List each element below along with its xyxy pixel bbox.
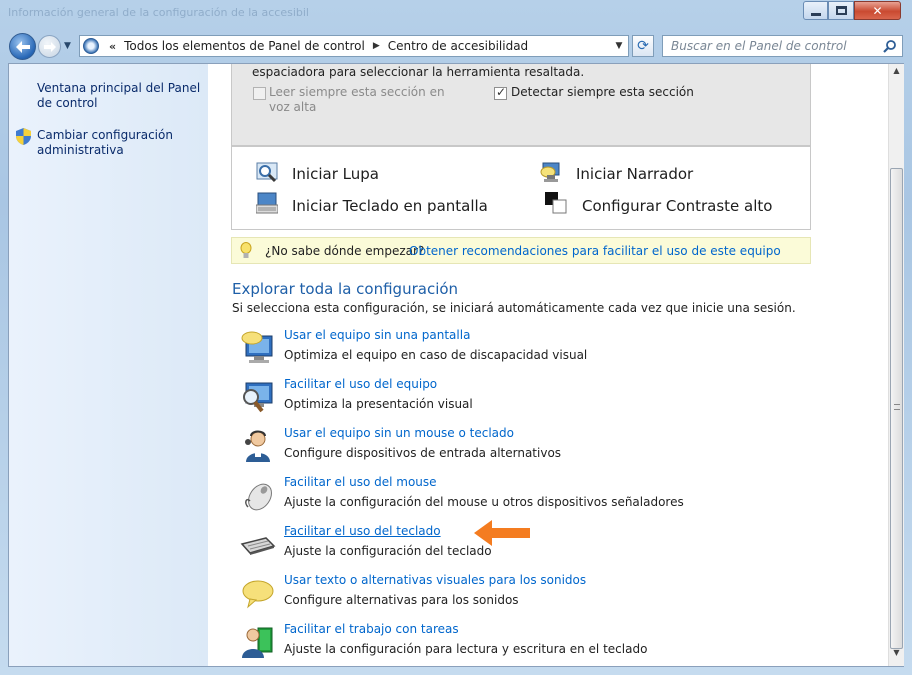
- user-book-icon: [242, 627, 273, 658]
- back-arrow-icon: [15, 40, 30, 53]
- user-headset-icon: [245, 430, 270, 462]
- monitor-magnifier-icon: [243, 382, 273, 413]
- overflow-chevron-icon[interactable]: «: [109, 40, 116, 53]
- option-description: Ajuste la configuración del mouse u otro…: [284, 495, 684, 509]
- start-osk-link[interactable]: Iniciar Teclado en pantalla: [292, 197, 488, 215]
- uac-shield-icon: [16, 128, 31, 145]
- list-item: Usar el equipo sin una pantalla Optimiza…: [238, 328, 838, 376]
- high-contrast-icon: [545, 192, 567, 214]
- close-button[interactable]: ✕: [854, 1, 901, 20]
- keyboard-icon: [240, 537, 276, 555]
- start-narrator-link[interactable]: Iniciar Narrador: [576, 165, 693, 183]
- search-input[interactable]: Buscar en el Panel de control: [662, 35, 903, 57]
- magnifier-icon: [256, 162, 278, 183]
- scroll-up-icon[interactable]: ▲: [889, 66, 904, 82]
- monitor-speech-icon: [241, 331, 273, 363]
- quick-access-panel: Iniciar Lupa Iniciar Narrador Iniciar Te…: [231, 146, 811, 230]
- sidebar-item-admin-settings[interactable]: Cambiar configuración administrativa: [37, 128, 187, 158]
- tip-bar: ¿No sabe dónde empezar? Obtener recomend…: [231, 237, 811, 264]
- option-link[interactable]: Facilitar el uso del teclado: [284, 524, 441, 538]
- always-read-checkbox[interactable]: [253, 87, 266, 100]
- option-description: Optimiza la presentación visual: [284, 397, 473, 411]
- option-description: Configure alternativas para los sonidos: [284, 593, 519, 607]
- back-button[interactable]: [9, 33, 36, 60]
- list-item: Facilitar el trabajo con tareas Ajuste l…: [238, 622, 838, 666]
- breadcrumb-item[interactable]: Todos los elementos de Panel de control: [124, 39, 365, 53]
- content-frame: Ventana principal del Panel de control C…: [8, 63, 904, 667]
- maximize-icon: [835, 6, 847, 15]
- list-item: Usar texto o alternativas visuales para …: [238, 573, 838, 621]
- refresh-button[interactable]: ⟳: [632, 35, 654, 57]
- list-item: Usar el equipo sin un mouse o teclado Co…: [238, 426, 838, 474]
- forward-arrow-icon: [43, 41, 56, 52]
- title-bar: Información general de la configuración …: [0, 0, 912, 30]
- option-description: Configure dispositivos de entrada altern…: [284, 446, 562, 460]
- grip-icon: [894, 404, 900, 410]
- main-content: Windows puede leer y analizar esta lista…: [208, 64, 888, 666]
- on-screen-keyboard-icon: [256, 192, 278, 214]
- explore-heading: Explorar toda la configuración: [232, 280, 459, 298]
- mouse-icon: [245, 483, 272, 511]
- breadcrumb-item[interactable]: Centro de accesibilidad: [388, 39, 528, 53]
- sidebar: Ventana principal del Panel de control C…: [9, 64, 208, 666]
- scroll-down-icon[interactable]: ▼: [889, 648, 904, 664]
- explore-subtitle: Si selecciona esta configuración, se ini…: [232, 301, 796, 315]
- always-scan-label[interactable]: Detectar siempre esta sección: [511, 85, 694, 99]
- option-link[interactable]: Facilitar el uso del equipo: [284, 377, 437, 391]
- option-description: Ajuste la configuración del teclado: [284, 544, 492, 558]
- scrollbar-thumb[interactable]: [890, 168, 903, 649]
- search-icon[interactable]: [883, 39, 897, 53]
- list-item: Facilitar el uso del mouse Ajuste la con…: [238, 475, 838, 523]
- search-placeholder: Buscar en el Panel de control: [671, 39, 847, 53]
- option-description: Ajuste la configuración para lectura y e…: [284, 642, 648, 656]
- maximize-button[interactable]: [828, 1, 854, 20]
- start-magnifier-link[interactable]: Iniciar Lupa: [292, 165, 379, 183]
- window-title: Información general de la configuración …: [8, 6, 308, 19]
- narrator-icon: [540, 162, 560, 182]
- minimize-button[interactable]: [803, 1, 828, 20]
- option-link[interactable]: Usar texto o alternativas visuales para …: [284, 573, 586, 587]
- option-description: Optimiza el equipo en caso de discapacid…: [284, 348, 588, 362]
- always-read-label[interactable]: Leer siempre esta sección en voz alta: [269, 85, 469, 115]
- scan-section: Windows puede leer y analizar esta lista…: [231, 64, 811, 146]
- close-icon: ✕: [872, 3, 883, 18]
- refresh-icon: ⟳: [637, 38, 649, 54]
- highlight-arrow-icon: [474, 520, 530, 546]
- list-item: Facilitar el uso del equipo Optimiza la …: [238, 377, 838, 425]
- minimize-icon: [810, 13, 821, 16]
- scan-description: Windows puede leer y analizar esta lista…: [252, 65, 585, 79]
- lightbulb-icon: [240, 242, 252, 258]
- option-link[interactable]: Usar el equipo sin un mouse o teclado: [284, 426, 514, 440]
- recent-pages-dropdown[interactable]: ▼: [64, 41, 74, 51]
- control-panel-icon: [83, 38, 99, 54]
- option-link[interactable]: Facilitar el uso del mouse: [284, 475, 437, 489]
- breadcrumb-separator-icon[interactable]: ▶: [373, 41, 380, 51]
- always-scan-checkbox[interactable]: [494, 85, 507, 100]
- tip-question: ¿No sabe dónde empezar?: [265, 244, 425, 258]
- option-link[interactable]: Facilitar el trabajo con tareas: [284, 622, 459, 636]
- recommendations-link[interactable]: Obtener recomendaciones para facilitar e…: [409, 244, 781, 258]
- list-item: Facilitar el uso del teclado Ajuste la c…: [238, 524, 838, 572]
- speech-bubble-icon: [242, 580, 274, 609]
- option-link[interactable]: Usar el equipo sin una pantalla: [284, 328, 470, 342]
- sidebar-item-control-panel-home[interactable]: Ventana principal del Panel de control: [37, 81, 207, 111]
- forward-button[interactable]: [38, 35, 61, 58]
- address-dropdown-icon[interactable]: ▼: [610, 41, 628, 51]
- address-bar[interactable]: « Todos los elementos de Panel de contro…: [79, 35, 629, 57]
- control-panel-window: Información general de la configuración …: [0, 0, 912, 675]
- vertical-scrollbar[interactable]: ▲ ▼: [888, 64, 904, 666]
- high-contrast-link[interactable]: Configurar Contraste alto: [582, 197, 772, 215]
